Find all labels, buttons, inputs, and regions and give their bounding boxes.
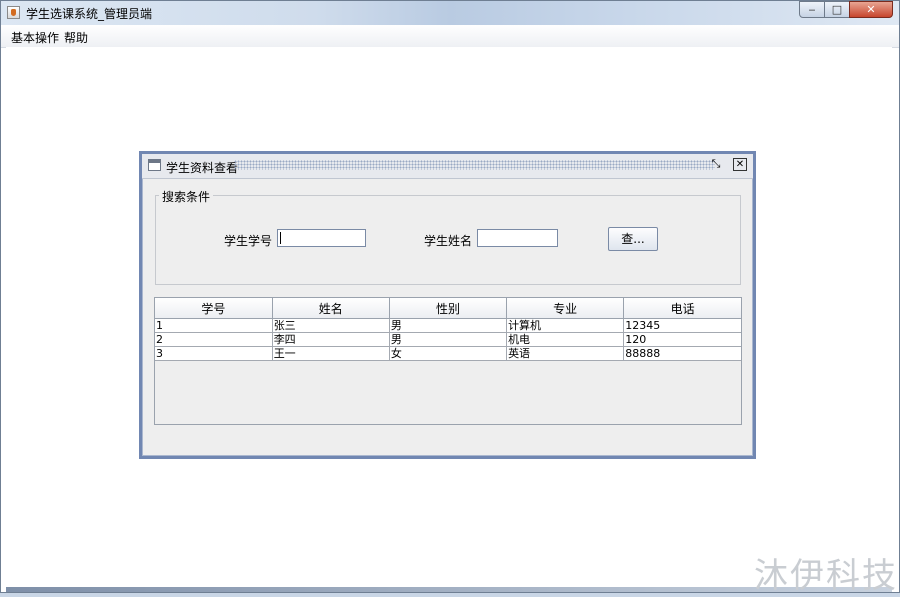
- column-header-major[interactable]: 专业: [506, 298, 625, 319]
- column-header-name[interactable]: 姓名: [271, 298, 390, 319]
- minimize-icon: ‒: [808, 3, 816, 16]
- query-button[interactable]: 查...: [608, 227, 658, 251]
- table-cell[interactable]: 12345: [623, 318, 741, 333]
- maximize-icon: □: [831, 3, 843, 16]
- frame-close-icon[interactable]: ✕: [733, 158, 747, 171]
- table-row[interactable]: 2 李四 男 机电 120: [155, 332, 741, 347]
- menu-basic-operations[interactable]: 基本操作: [11, 29, 59, 46]
- java-app-icon: [7, 6, 20, 19]
- table-cell[interactable]: 张三: [271, 318, 390, 333]
- title-bar[interactable]: 学生选课系统_管理员端 ‒ □ ✕: [1, 1, 899, 25]
- window-title: 学生选课系统_管理员端: [26, 7, 153, 21]
- close-button[interactable]: ✕: [849, 1, 893, 18]
- maximize-button[interactable]: □: [824, 1, 850, 18]
- frame-window-icon: [148, 159, 161, 171]
- table-cell[interactable]: 男: [388, 318, 508, 333]
- table-cell[interactable]: 王一: [271, 346, 390, 361]
- student-info-frame: 学生资料查看 ⤡ ✕ 搜索条件 学生学号 学生姓名 查... 学号 姓名 性别 …: [139, 151, 756, 459]
- table-row[interactable]: 1 张三 男 计算机 12345: [155, 318, 741, 333]
- column-header-phone[interactable]: 电话: [623, 298, 741, 319]
- search-criteria-legend: 搜索条件: [159, 188, 214, 205]
- table-cell[interactable]: 2: [155, 332, 273, 347]
- table-cell[interactable]: 李四: [271, 332, 390, 347]
- table-cell[interactable]: 1: [155, 318, 273, 333]
- window-controls: ‒ □ ✕: [799, 1, 893, 19]
- student-id-label: 学生学号: [224, 234, 273, 248]
- minimize-button[interactable]: ‒: [799, 1, 825, 18]
- table-cell[interactable]: 机电: [506, 332, 625, 347]
- watermark-text: 沐伊科技: [754, 556, 898, 596]
- table-cell[interactable]: 3: [155, 346, 273, 361]
- frame-restore-icon[interactable]: ⤡: [709, 158, 723, 171]
- close-icon: ✕: [866, 3, 876, 16]
- menu-bar: 基本操作 帮助: [1, 25, 899, 48]
- student-table: 学号 姓名 性别 专业 电话 1 张三 男 计算机 12345 2 李四 男 机…: [155, 298, 741, 361]
- table-cell[interactable]: 英语: [506, 346, 625, 361]
- student-table-scrollpane[interactable]: 学号 姓名 性别 专业 电话 1 张三 男 计算机 12345 2 李四 男 机…: [154, 297, 742, 425]
- student-name-label: 学生姓名: [424, 234, 473, 248]
- student-name-input[interactable]: [477, 229, 558, 247]
- column-header-gender[interactable]: 性别: [388, 298, 508, 319]
- internal-frame-title: 学生资料查看: [166, 161, 239, 175]
- internal-frame-title-bar[interactable]: 学生资料查看 ⤡ ✕: [142, 154, 753, 179]
- column-header-id[interactable]: 学号: [155, 298, 273, 319]
- menu-help[interactable]: 帮助: [64, 29, 88, 46]
- table-header-row: 学号 姓名 性别 专业 电话: [155, 298, 741, 319]
- table-cell[interactable]: 88888: [623, 346, 741, 361]
- student-id-input[interactable]: [277, 229, 366, 247]
- table-row[interactable]: 3 王一 女 英语 88888: [155, 346, 741, 361]
- table-cell[interactable]: 120: [623, 332, 741, 347]
- search-criteria-group: 搜索条件 学生学号 学生姓名 查...: [155, 188, 741, 285]
- title-bar-grip: [234, 160, 715, 170]
- table-cell[interactable]: 男: [388, 332, 508, 347]
- table-cell[interactable]: 女: [388, 346, 508, 361]
- table-cell[interactable]: 计算机: [506, 318, 625, 333]
